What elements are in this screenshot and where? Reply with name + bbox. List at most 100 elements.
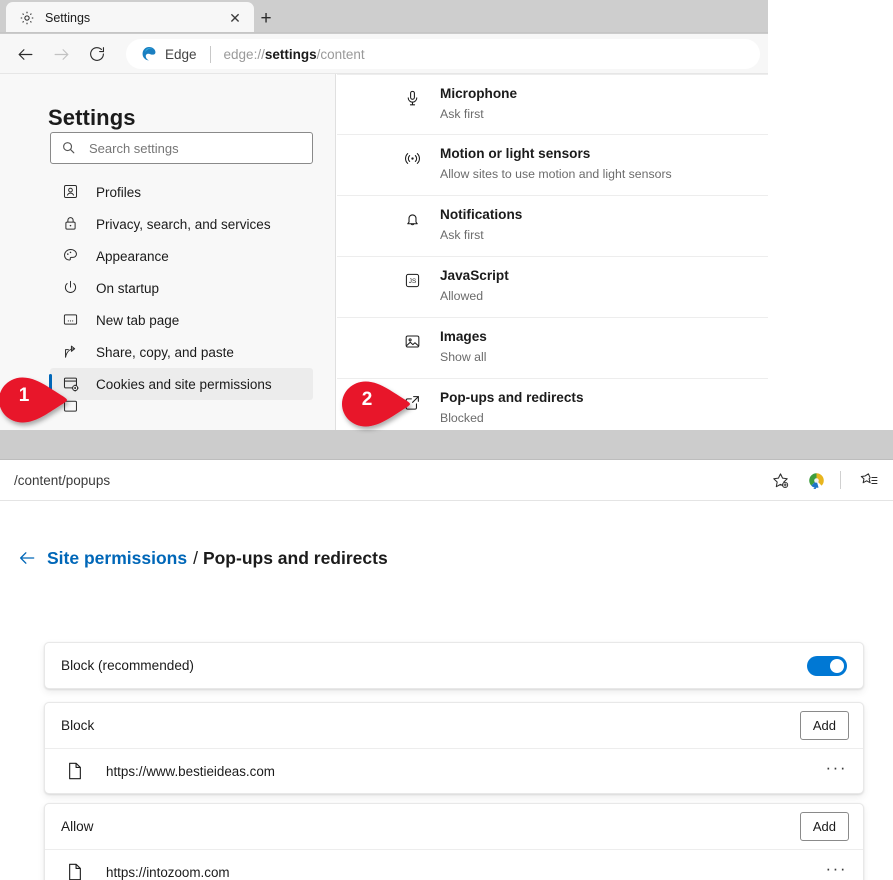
image-icon [403,332,423,352]
browser-tab-settings[interactable]: Settings ✕ [6,2,254,34]
permission-title: Microphone [440,86,518,101]
site-url: https://intozoom.com [106,864,230,880]
sidebar-item-label: Cookies and site permissions [96,376,272,392]
gear-icon [18,9,36,27]
top-window-content: Settings Search settings Profiles Privac… [0,74,768,430]
permission-title: JavaScript [440,268,509,283]
sidebar-item-label: On startup [96,280,160,296]
permission-row-microphone[interactable]: Microphone Ask first [337,74,768,135]
sidebar-item-cookies-and-site-permissions[interactable]: Cookies and site permissions [49,368,313,400]
svg-text:JS: JS [409,278,416,285]
allow-add-button[interactable]: Add [799,812,849,841]
sidebar-item-on-startup[interactable]: On startup [50,272,313,304]
search-input[interactable]: Search settings [50,132,313,164]
breadcrumb-separator: / [193,547,198,568]
sidebar-item-profiles[interactable]: Profiles [50,176,313,208]
omnibox-brand-label: Edge [165,46,197,62]
permission-subtitle: Allow sites to use motion and light sens… [440,167,672,181]
document-icon [67,863,84,880]
window-gap-band [0,430,893,460]
page-title: Settings [48,105,136,130]
sidebar-item-label: Profiles [96,184,142,200]
callout-marker-2: 2 [338,378,410,430]
sidebar-item-new-tab-page[interactable]: New tab page [50,304,313,336]
permission-title: Motion or light sensors [440,146,591,161]
bottom-browser-window: /content/popups Site permissions / Pop-u… [0,460,893,880]
sidebar-item-label: New tab page [96,312,180,328]
power-icon [62,279,81,298]
callout-number: 2 [361,389,373,410]
url-suffix: /content [316,46,365,62]
collections-icon[interactable] [853,465,885,495]
lock-icon [62,215,81,234]
permission-row-motion-or-light-sensors[interactable]: Motion or light sensors Allow sites to u… [337,135,768,196]
site-permissions-list: Microphone Ask first Motion or light sen… [337,74,768,430]
url-bold: settings [264,46,317,62]
toolbar-divider-vertical [840,471,841,489]
sidebar-item-partial-next[interactable] [50,400,313,414]
url-prefix: edge:// [223,46,265,62]
toolbar-actions [760,465,885,495]
extension-icon[interactable] [800,465,832,495]
document-icon [67,762,84,781]
sidebar-item-privacy[interactable]: Privacy, search, and services [50,208,313,240]
search-placeholder: Search settings [89,140,179,156]
site-more-options-button[interactable]: ··· [826,860,847,880]
close-icon[interactable]: ✕ [224,7,246,29]
motion-sensor-icon [403,149,423,169]
allow-site-row[interactable]: https://intozoom.com ··· [45,850,863,880]
breadcrumb-current: Pop-ups and redirects [202,547,388,568]
allow-section-title: Allow [61,819,94,834]
search-icon [61,140,77,156]
permission-row-images[interactable]: Images Show all [337,318,768,379]
reload-icon[interactable] [80,38,114,70]
block-add-button[interactable]: Add [799,711,849,740]
tab-strip: Settings ✕ + [0,0,768,34]
javascript-icon: JS [403,271,423,291]
sidebar-item-share-copy-paste[interactable]: Share, copy, and paste [50,336,313,368]
sidebar-item-appearance[interactable]: Appearance [50,240,313,272]
settings-nav-list: Profiles Privacy, search, and services A… [49,176,313,414]
back-arrow-icon[interactable] [8,38,42,70]
breadcrumb-parent-link[interactable]: Site permissions [47,548,187,569]
site-more-options-button[interactable]: ··· [826,759,847,779]
top-browser-window: Settings ✕ + Edge edge://settings/conten… [0,0,768,430]
sidebar-item-label: Appearance [96,248,169,264]
master-toggle-row[interactable]: Block (recommended) [45,643,863,688]
callout-number: 1 [18,385,30,406]
new-tab-button[interactable]: + [252,5,280,31]
share-icon [62,343,81,362]
block-section-header: Block Add [45,703,863,749]
permission-subtitle: Allowed [440,289,484,303]
omnibox-divider [209,45,211,63]
allow-section-card: Allow Add https://intozoom.com ··· [44,803,864,880]
profile-icon [62,183,81,202]
forward-arrow-icon [44,38,78,70]
add-favorite-icon[interactable] [764,465,796,495]
master-toggle-label: Block (recommended) [61,658,194,673]
top-toolbar: Edge edge://settings/content [0,34,768,74]
block-recommended-toggle[interactable] [807,655,847,676]
omnibox-url-bottom: /content/popups [14,472,111,488]
breadcrumb: Site permissions / Pop-ups and redirects [14,545,388,571]
address-bar-bottom[interactable]: /content/popups [0,465,730,495]
permission-row-notifications[interactable]: Notifications Ask first [337,196,768,257]
edge-logo-icon [140,45,158,63]
site-url: https://www.bestieideas.com [106,763,275,779]
block-site-row[interactable]: https://www.bestieideas.com ··· [45,749,863,793]
permission-title: Pop-ups and redirects [440,390,584,405]
callout-marker-1: 1 [0,374,67,426]
permission-subtitle: Ask first [440,107,484,121]
permission-subtitle: Ask first [440,228,484,242]
address-bar[interactable]: Edge edge://settings/content [126,39,760,69]
toggle-knob [830,658,844,673]
bell-icon [403,210,423,230]
newtab-icon [62,311,81,330]
microphone-icon [403,89,423,109]
allow-section-header: Allow Add [45,804,863,850]
permission-row-javascript[interactable]: JS JavaScript Allowed [337,257,768,318]
back-arrow-icon[interactable] [14,545,40,571]
block-section-card: Block Add https://www.bestieideas.com ··… [44,702,864,794]
omnibox-url: edge://settings/content [224,47,365,62]
permission-title: Notifications [440,207,523,222]
